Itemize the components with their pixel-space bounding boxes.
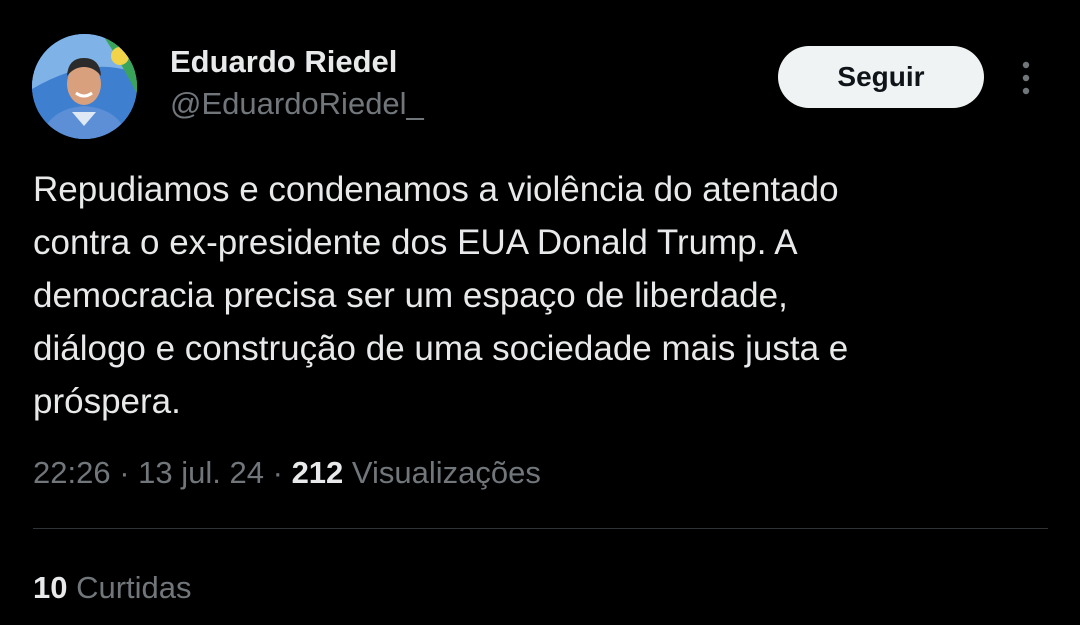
likes-link[interactable]: 10 Curtidas: [33, 570, 192, 606]
tweet-meta: 22:26 · 13 jul. 24 · 212 Visualizações: [33, 455, 541, 491]
avatar-image: [32, 34, 137, 139]
author-display-name[interactable]: Eduardo Riedel: [170, 44, 397, 80]
tweet-text-line: democracia precisa ser um espaço de libe…: [33, 276, 788, 315]
tweet-date[interactable]: 13 jul. 24: [138, 455, 264, 490]
likes-label: Curtidas: [76, 570, 192, 605]
views-count: 212: [291, 455, 344, 490]
likes-count: 10: [33, 570, 68, 605]
tweet-time[interactable]: 22:26: [33, 455, 111, 490]
tweet-text-line: Repudiamos e condenamos a violência do a…: [33, 170, 839, 209]
tweet-text-line: próspera.: [33, 382, 181, 421]
divider: [33, 528, 1048, 529]
tweet-card: Eduardo Riedel @EduardoRiedel_ Seguir Re…: [0, 0, 1080, 625]
views-label: Visualizações: [351, 455, 541, 490]
tweet-text: Repudiamos e condenamos a violência do a…: [33, 163, 1013, 428]
follow-button[interactable]: Seguir: [778, 46, 984, 108]
avatar[interactable]: [32, 34, 137, 139]
meta-separator: ·: [119, 455, 130, 490]
meta-separator: ·: [272, 455, 283, 490]
more-vertical-icon[interactable]: [1014, 58, 1038, 98]
tweet-text-line: contra o ex-presidente dos EUA Donald Tr…: [33, 223, 798, 262]
tweet-text-line: diálogo e construção de uma sociedade ma…: [33, 329, 849, 368]
author-handle[interactable]: @EduardoRiedel_: [170, 86, 424, 122]
